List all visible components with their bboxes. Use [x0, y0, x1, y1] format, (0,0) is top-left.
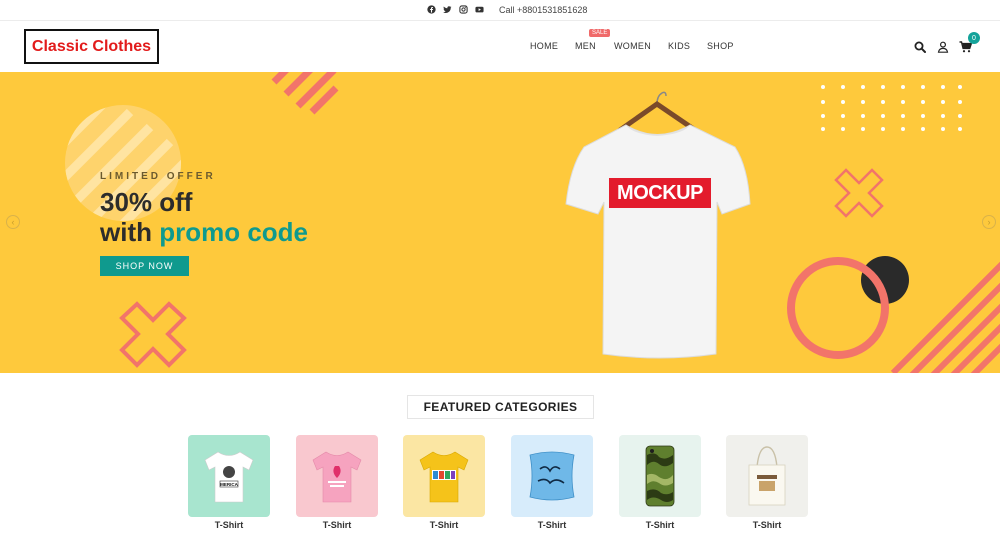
nav-women[interactable]: WOMEN [614, 41, 651, 51]
nav-home[interactable]: HOME [530, 41, 558, 51]
coral-ring [787, 257, 889, 359]
category-card[interactable] [511, 435, 593, 517]
phone-number[interactable]: Call +8801531851628 [499, 5, 587, 15]
pillow-image [529, 451, 575, 501]
category-card[interactable] [726, 435, 808, 517]
featured-categories-title: FEATURED CATEGORIES [407, 395, 594, 419]
twitter-icon[interactable] [443, 5, 452, 14]
t-shirt-mockup [565, 124, 751, 359]
nav-shop[interactable]: SHOP [707, 41, 734, 51]
x-shape-right [834, 168, 884, 218]
category-label[interactable]: T-Shirt [296, 520, 378, 530]
top-bar: Call +8801531851628 [0, 0, 1000, 21]
header: Classic Clothes HOME MEN WOMEN KIDS SHOP… [0, 21, 1000, 72]
coral-stripes-bottom [890, 261, 1000, 373]
sale-badge: SALE [589, 29, 611, 37]
merica-text: MERICA [220, 482, 238, 487]
coral-stripes-top [271, 72, 339, 115]
offer-kicker: LIMITED OFFER [100, 171, 216, 182]
x-shape-left [119, 301, 187, 368]
nav-kids[interactable]: KIDS [668, 41, 690, 51]
main-nav: HOME MEN WOMEN KIDS SHOP [0, 41, 1000, 55]
category-card[interactable]: MERICA [188, 435, 270, 517]
tote-bag-image [748, 446, 786, 506]
offer-subheadline: with promo code [100, 217, 308, 248]
category-card[interactable] [403, 435, 485, 517]
dots-grid [821, 85, 962, 131]
category-label[interactable]: T-Shirt [188, 520, 270, 530]
offer-headline: 30% off [100, 187, 193, 217]
facebook-icon[interactable] [427, 5, 436, 14]
tshirt-image [312, 451, 362, 503]
mockup-label: MOCKUP [609, 178, 711, 208]
cart-count-badge: 0 [968, 32, 980, 44]
category-label[interactable]: T-Shirt [403, 520, 485, 530]
offer-subheadline-plain: with [100, 217, 160, 247]
offer-subheadline-accent: promo code [159, 217, 309, 247]
search-icon[interactable] [914, 40, 926, 53]
youtube-icon[interactable] [475, 5, 484, 14]
tshirt-image: MERICA [204, 451, 254, 503]
instagram-icon[interactable] [459, 5, 468, 14]
phone-case-image [645, 445, 675, 507]
hero-banner: MOCKUP LIMITED OFFER 30% off with promo … [0, 72, 1000, 373]
category-label[interactable]: T-Shirt [511, 520, 593, 530]
category-label[interactable]: T-Shirt [619, 520, 701, 530]
shop-now-button[interactable]: SHOP NOW [100, 256, 189, 276]
category-card[interactable] [619, 435, 701, 517]
slider-next-button[interactable]: › [982, 215, 996, 229]
slider-prev-button[interactable]: ‹ [6, 215, 20, 229]
social-links [427, 5, 484, 14]
category-label[interactable]: T-Shirt [726, 520, 808, 530]
nav-men[interactable]: MEN [575, 41, 596, 51]
category-card[interactable] [296, 435, 378, 517]
hanger [617, 91, 698, 133]
tshirt-image [419, 451, 469, 503]
user-icon[interactable] [937, 40, 949, 53]
